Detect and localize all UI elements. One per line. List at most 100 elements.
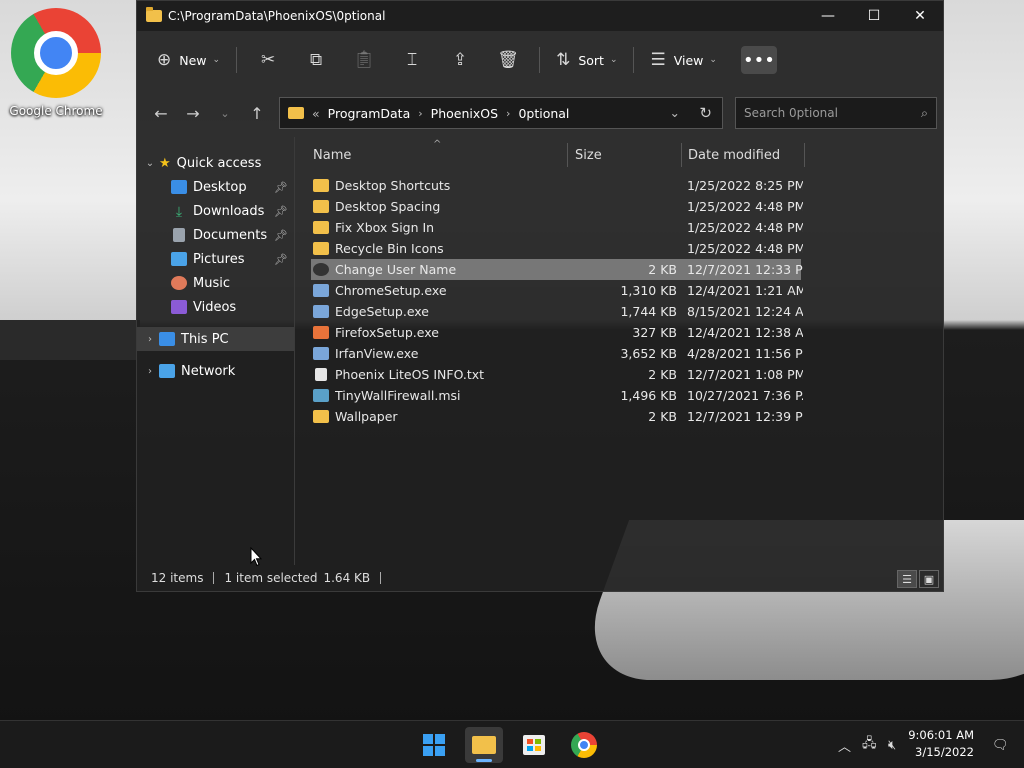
chevron-right-icon[interactable]: ›	[141, 366, 159, 377]
file-name: Recycle Bin Icons	[335, 241, 444, 256]
chevron-right-icon[interactable]: ›	[506, 107, 510, 120]
file-row[interactable]: Phoenix LiteOS INFO.txt 2 KB 12/7/2021 1…	[311, 364, 803, 385]
rename-button[interactable]: ⌶	[389, 42, 435, 78]
chevron-right-icon[interactable]: ›	[141, 334, 159, 345]
copy-icon: ⧉	[309, 50, 323, 70]
file-row[interactable]: ChromeSetup.exe 1,310 KB 12/4/2021 1:21 …	[311, 280, 803, 301]
separator	[213, 572, 215, 584]
chevron-right-icon[interactable]: ›	[418, 107, 422, 120]
close-button[interactable]: ✕	[897, 1, 943, 31]
notifications-button[interactable]: 🗨︎	[992, 721, 1009, 768]
file-row[interactable]: TinyWallFirewall.msi 1,496 KB 10/27/2021…	[311, 385, 803, 406]
file-row[interactable]: EdgeSetup.exe 1,744 KB 8/15/2021 12:24 A…	[311, 301, 803, 322]
file-date: 12/4/2021 12:38 A...	[687, 325, 803, 340]
nav-label: Pictures	[193, 251, 245, 267]
address-history-dropdown[interactable]: ⌄	[670, 105, 680, 120]
nav-label: Quick access	[176, 155, 262, 171]
cut-button[interactable]: ✂	[245, 42, 291, 78]
chevron-down-icon[interactable]: ⌄	[141, 158, 159, 169]
file-row-selected[interactable]: Change User Name 2 KB 12/7/2021 12:33 PM	[311, 259, 803, 280]
nav-item-downloads[interactable]: ⤓ Downloads 📌︎	[137, 199, 294, 223]
desktop-icon-google-chrome[interactable]: Google Chrome	[6, 8, 106, 118]
file-row[interactable]: FirefoxSetup.exe 327 KB 12/4/2021 12:38 …	[311, 322, 803, 343]
clock-date: 3/15/2022	[915, 745, 974, 759]
column-divider[interactable]	[567, 143, 568, 167]
plus-icon: ⊕	[157, 50, 172, 70]
file-row[interactable]: IrfanView.exe 3,652 KB 4/28/2021 11:56 P…	[311, 343, 803, 364]
up-button[interactable]: ↑	[241, 98, 273, 128]
start-button[interactable]	[415, 727, 453, 763]
nav-item-music[interactable]: Music	[137, 271, 294, 295]
file-row[interactable]: Desktop Spacing 1/25/2022 4:48 PM	[311, 196, 803, 217]
search-box[interactable]: ⌕	[735, 97, 937, 129]
column-date-modified[interactable]: Date modified	[688, 148, 780, 163]
delete-button[interactable]: 🗑︎	[485, 42, 531, 78]
file-row[interactable]: Recycle Bin Icons 1/25/2022 4:48 PM	[311, 238, 803, 259]
search-icon: ⌕	[920, 105, 928, 120]
network-status-button[interactable]: 🖧︎	[862, 721, 877, 768]
clock-time: 9:06:01 AM	[908, 728, 974, 742]
firefox-icon	[313, 326, 329, 339]
share-icon: ⇪	[452, 50, 468, 70]
share-button[interactable]: ⇪	[437, 42, 483, 78]
chrome-icon	[571, 732, 597, 758]
exe-icon	[313, 305, 329, 318]
column-size[interactable]: Size	[575, 148, 602, 163]
file-date: 12/7/2021 12:33 PM	[687, 262, 803, 277]
nav-this-pc[interactable]: › This PC	[137, 327, 294, 351]
column-divider[interactable]	[681, 143, 682, 167]
nav-network[interactable]: › Network	[137, 359, 294, 383]
nav-item-desktop[interactable]: Desktop 📌︎	[137, 175, 294, 199]
file-row[interactable]: Wallpaper 2 KB 12/7/2021 12:39 PM	[311, 406, 803, 427]
minimize-button[interactable]: —	[805, 1, 851, 31]
breadcrumb-programdata[interactable]: ProgramData	[328, 106, 411, 121]
folder-icon	[313, 179, 329, 192]
breadcrumb-optional[interactable]: 0ptional	[518, 106, 569, 121]
nav-item-documents[interactable]: Documents 📌︎	[137, 223, 294, 247]
breadcrumb-overflow[interactable]: «	[312, 106, 320, 121]
refresh-icon[interactable]: ↻	[699, 104, 712, 122]
view-lines-icon: ☰	[650, 50, 666, 70]
nav-quick-access[interactable]: ⌄ ★ Quick access	[137, 151, 294, 175]
column-name[interactable]: Name	[313, 148, 351, 163]
maximize-button[interactable]: ☐	[851, 1, 897, 31]
view-label: View	[673, 52, 704, 68]
breadcrumb-phoenixos[interactable]: PhoenixOS	[431, 106, 498, 121]
address-bar[interactable]: « ProgramData › PhoenixOS › 0ptional ⌄ ↻	[279, 97, 723, 129]
mouse-cursor-icon	[250, 547, 262, 567]
column-divider[interactable]	[804, 143, 805, 167]
file-date: 12/7/2021 12:39 PM	[687, 409, 803, 424]
file-row[interactable]: Fix Xbox Sign In 1/25/2022 4:48 PM	[311, 217, 803, 238]
taskbar-file-explorer[interactable]	[465, 727, 503, 763]
selection-size: 1.64 KB	[323, 571, 371, 585]
chevron-down-icon: ⌄	[709, 55, 717, 65]
file-row[interactable]: Desktop Shortcuts 1/25/2022 8:25 PM	[311, 175, 803, 196]
volume-button[interactable]: 🔇︎	[888, 721, 896, 768]
file-date: 12/7/2021 1:08 PM	[687, 367, 803, 382]
file-size: 2 KB	[648, 367, 677, 382]
back-button[interactable]: ←	[145, 98, 177, 128]
more-options-button[interactable]: •••	[740, 46, 777, 74]
taskbar-chrome[interactable]	[565, 727, 603, 763]
forward-button[interactable]: →	[177, 98, 209, 128]
search-input[interactable]	[744, 106, 904, 120]
title-bar[interactable]: C:\ProgramData\PhoenixOS\0ptional — ☐ ✕	[137, 1, 943, 31]
sort-icon: ⇅	[556, 50, 571, 70]
document-icon	[173, 228, 185, 242]
separator	[633, 47, 635, 73]
view-button[interactable]: ☰ View ⌄	[642, 42, 724, 78]
paste-button[interactable]: 📋︎	[341, 42, 387, 78]
show-hidden-icons-button[interactable]: ︿	[838, 721, 851, 768]
large-icons-view-button[interactable]: ▣	[919, 570, 939, 588]
taskbar-store[interactable]	[515, 727, 553, 763]
copy-button[interactable]: ⧉	[293, 42, 339, 78]
chevron-down-icon: ⌄	[609, 55, 618, 65]
sort-button[interactable]: ⇅ Sort ⌄	[548, 42, 625, 78]
recent-locations-button[interactable]: ⌄	[209, 98, 241, 128]
nav-item-videos[interactable]: Videos	[137, 295, 294, 319]
details-view-button[interactable]: ☰	[897, 570, 917, 588]
command-bar: ⊕ New ⌄ ✂ ⧉ 📋︎ ⌶ ⇪ 🗑︎ ⇅ Sort ⌄ ☰ View ⌄ …	[137, 31, 943, 89]
clock[interactable]: 9:06:01 AM 3/15/2022	[908, 727, 974, 761]
nav-item-pictures[interactable]: Pictures 📌︎	[137, 247, 294, 271]
new-button[interactable]: ⊕ New ⌄	[149, 42, 228, 78]
